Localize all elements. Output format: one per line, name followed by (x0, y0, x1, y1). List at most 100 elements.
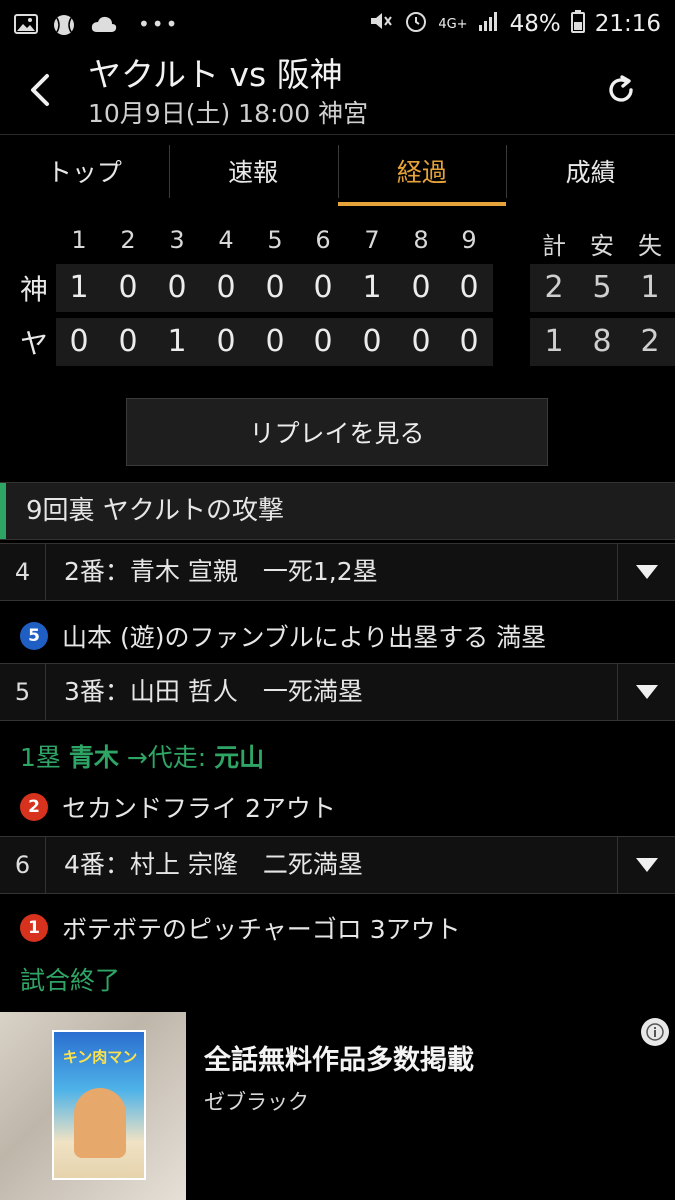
cover-figure (74, 1088, 126, 1158)
play-text: 山本 (遊)のファンブルにより出塁する 満塁 (62, 623, 547, 652)
inning-score: 1 (362, 270, 382, 305)
total-errors: 1 (640, 270, 660, 305)
mute-icon (368, 9, 394, 39)
inning-header: 3 (169, 226, 185, 254)
play-event: 1 ボテボテのピッチャーゴロ 3アウト (20, 910, 461, 946)
batter-info: 4番：村上 宗隆 二死満塁 (64, 850, 363, 879)
total-header-errors: 失 (638, 232, 662, 260)
expand-toggle[interactable] (617, 837, 675, 893)
ad-advertiser: ゼブラック (204, 1090, 309, 1114)
expand-toggle[interactable] (617, 664, 675, 720)
total-runs: 2 (544, 270, 564, 305)
score-row-away: 1 0 0 0 0 0 1 0 0 (56, 264, 493, 312)
signal-icon (478, 10, 500, 38)
clock: 21:16 (594, 11, 661, 37)
inning-score: 0 (265, 324, 285, 359)
image-icon (14, 13, 38, 35)
baseball-icon (52, 13, 76, 35)
game-end-text: 試合終了 (20, 966, 121, 995)
inning-section-header: 9回裏 ヤクルトの攻撃 (0, 482, 675, 540)
refresh-button[interactable] (599, 66, 643, 114)
inning-score: 0 (459, 270, 479, 305)
back-button[interactable] (18, 66, 62, 114)
inning-score: 1 (69, 270, 89, 305)
tab-top[interactable]: トップ (0, 135, 169, 206)
inning-header: 1 (71, 226, 87, 254)
alarm-icon (404, 9, 428, 39)
inning-score: 0 (362, 324, 382, 359)
pitch-count-badge: 1 (20, 914, 48, 942)
section-title: 9回裏 ヤクルトの攻撃 (26, 496, 285, 526)
more-notifications: ••• (138, 12, 180, 36)
inning-score: 0 (265, 270, 285, 305)
ad-banner[interactable]: キン肉マン 全話無料作品多数掲載 ゼブラック (0, 1012, 675, 1200)
substitution-event: 1塁 青木 →代走: 元山 (20, 738, 264, 774)
tab-live[interactable]: 速報 (168, 135, 338, 206)
sub-arrow: →代走: (118, 743, 215, 772)
page-title: ヤクルト vs 阪神 (88, 55, 343, 94)
caret-down-icon (635, 685, 658, 699)
total-row-away: 2 5 1 (530, 264, 675, 312)
tab-progress[interactable]: 経過 (337, 135, 507, 206)
inning-header: 4 (218, 226, 234, 254)
refresh-icon (609, 75, 633, 102)
battery-percent: 48% (509, 11, 561, 37)
play-text: ボテボテのピッチャーゴロ 3アウト (62, 915, 461, 944)
team-label-away: 神 (19, 273, 48, 306)
batter-row[interactable]: 5 3番：山田 哲人 一死満塁 (0, 663, 675, 721)
network-type: 4G+ (438, 16, 468, 32)
total-hits: 5 (592, 270, 612, 305)
batter-row[interactable]: 6 4番：村上 宗隆 二死満塁 (0, 836, 675, 894)
batter-row[interactable]: 4 2番：青木 宣親 一死1,2塁 (0, 543, 675, 601)
batter-info: 2番：青木 宣親 一死1,2塁 (64, 557, 378, 586)
batter-sequence: 4 (0, 544, 46, 600)
inning-header: 5 (267, 226, 283, 254)
total-runs: 1 (544, 324, 564, 359)
inning-score: 0 (411, 324, 431, 359)
inning-header: 2 (120, 226, 136, 254)
scoreboard: 1 2 3 4 5 6 7 8 9 計 安 失 神 1 0 0 0 0 0 1 … (0, 206, 675, 376)
inning-score: 0 (216, 324, 236, 359)
ad-image: キン肉マン (0, 1012, 186, 1200)
play-event: 2 セカンドフライ 2アウト (20, 789, 336, 825)
inning-score: 1 (167, 324, 187, 359)
manga-cover: キン肉マン (52, 1030, 146, 1180)
chevron-left-icon (31, 74, 49, 106)
app-header: ヤクルト vs 阪神 10月9日(土) 18:00 神宮 (0, 48, 675, 134)
inning-header: 7 (364, 226, 380, 254)
inning-score: 0 (118, 270, 138, 305)
status-bar: ••• 4G+ 48% 21:16 (0, 0, 675, 48)
inning-score: 0 (167, 270, 187, 305)
inning-score: 0 (69, 324, 89, 359)
total-header-runs: 計 (542, 232, 566, 260)
score-row-home: 0 0 1 0 0 0 0 0 0 (56, 318, 493, 366)
batter-sequence: 6 (0, 837, 46, 893)
inning-score: 0 (216, 270, 236, 305)
inning-header: 9 (461, 226, 477, 254)
inning-header: 8 (413, 226, 429, 254)
pitch-count-badge: 2 (20, 793, 48, 821)
replay-button[interactable]: リプレイを見る (126, 398, 548, 466)
tab-stats[interactable]: 成績 (506, 135, 675, 206)
tab-bar: トップ 速報 経過 成績 (0, 134, 675, 206)
caret-down-icon (635, 858, 658, 872)
section-accent-bar (0, 483, 6, 539)
inning-score: 0 (459, 324, 479, 359)
inning-score: 0 (411, 270, 431, 305)
total-header-hits: 安 (590, 232, 614, 260)
total-row-home: 1 8 2 (530, 318, 675, 366)
ad-info-icon[interactable] (641, 1018, 669, 1046)
sub-runner-in: 元山 (214, 743, 265, 772)
total-errors: 2 (640, 324, 660, 359)
sub-base: 1塁 (20, 743, 69, 772)
caret-down-icon (635, 565, 658, 579)
inning-score: 0 (118, 324, 138, 359)
total-hits: 8 (592, 324, 612, 359)
inning-score: 0 (313, 270, 333, 305)
sub-runner-out: 青木 (68, 743, 119, 772)
batter-sequence: 5 (0, 664, 46, 720)
inning-header: 6 (315, 226, 331, 254)
battery-icon (570, 9, 585, 39)
play-text: セカンドフライ 2アウト (62, 794, 336, 823)
expand-toggle[interactable] (617, 544, 675, 600)
